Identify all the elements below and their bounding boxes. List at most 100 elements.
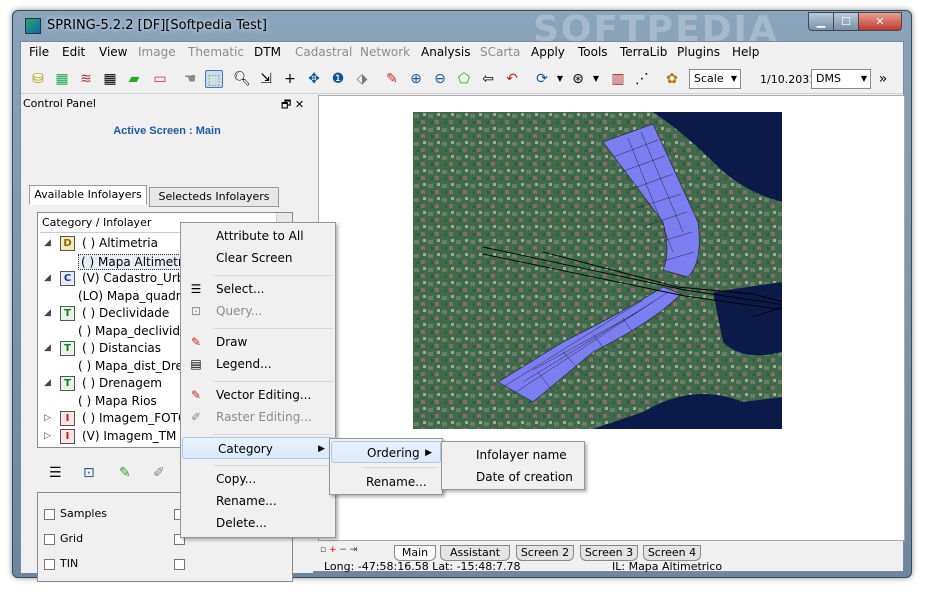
menu-edit[interactable]: Edit	[62, 45, 85, 59]
menu-terralib[interactable]: TerraLib	[620, 45, 667, 59]
screen-icon[interactable]: ▭	[151, 70, 169, 88]
query-icon[interactable]: ⊡	[83, 465, 95, 481]
menu-item-select[interactable]: ☰ Select...	[181, 278, 335, 300]
checkbox-box[interactable]	[44, 508, 55, 520]
tab-selecteds-infolayers[interactable]: Selecteds Infolayers	[149, 187, 279, 207]
rotate-icon[interactable]: ⟳	[533, 70, 551, 88]
pointer-down-icon[interactable]: ⇲	[257, 70, 275, 88]
menu-item-delete[interactable]: Delete...	[181, 512, 335, 534]
menu-item-rename[interactable]: Rename...	[181, 490, 335, 512]
back-icon[interactable]: ⇦	[479, 70, 497, 88]
layers-icon[interactable]: ≋	[77, 70, 95, 88]
minimize-button[interactable]: ▁	[808, 12, 834, 31]
menu-item-vector-editing[interactable]: ✎ Vector Editing...	[181, 384, 335, 406]
screen-tab-main[interactable]: Main	[394, 545, 436, 561]
extra-checkbox[interactable]	[174, 557, 190, 570]
menu-item-query[interactable]: ⊡ Query...	[181, 300, 335, 322]
expand-toggle-icon[interactable]: ◢	[44, 343, 51, 353]
category-node[interactable]: (V) Imagem_TM	[82, 429, 176, 443]
menu-item-copy[interactable]: Copy...	[181, 468, 335, 490]
menu-cadastral[interactable]: Cadastral	[295, 45, 352, 59]
expand-toggle-icon[interactable]: ◢	[44, 273, 51, 283]
scale-mode-select[interactable]: Scale ▼	[689, 69, 741, 89]
hand-icon[interactable]: ☚	[181, 70, 199, 88]
tab-available-infolayers[interactable]: Available Infolayers	[29, 185, 147, 205]
menu-view[interactable]: View	[99, 45, 127, 59]
info-icon[interactable]: ❶	[329, 70, 347, 88]
menu-dtm[interactable]: DTM	[254, 45, 281, 59]
expand-toggle-icon[interactable]: ◢	[44, 308, 51, 318]
category-node[interactable]: ( ) Drenagem	[82, 376, 162, 390]
expand-toggle-icon[interactable]: ▷	[44, 413, 51, 423]
zoom-area-icon[interactable]: ⬠	[455, 70, 473, 88]
screen-tab-screen-3[interactable]: Screen 3	[580, 545, 638, 561]
menu-item-attribute-to-all[interactable]: Attribute to All	[181, 225, 335, 247]
screen-tab-screen-4[interactable]: Screen 4	[643, 545, 701, 561]
pencil-icon[interactable]: ✎	[383, 70, 401, 88]
expand-toggle-icon[interactable]: ▷	[44, 431, 51, 441]
undo-icon[interactable]: ↶	[503, 70, 521, 88]
crosshair-icon[interactable]: +	[281, 70, 299, 88]
project-icon[interactable]: ▦	[53, 70, 71, 88]
screen-tab-assistant[interactable]: Assistant	[440, 545, 510, 561]
menu-scarta[interactable]: SCarta	[480, 45, 520, 59]
satellite-map[interactable]	[413, 112, 782, 429]
expand-toggle-icon[interactable]: ◢	[44, 238, 51, 248]
checkbox-box[interactable]	[174, 558, 185, 570]
category-node[interactable]: ( ) Imagem_FOTO	[82, 411, 187, 425]
grid-checkbox[interactable]: Grid	[44, 532, 83, 545]
screen-tab-screen-2[interactable]: Screen 2	[516, 545, 574, 561]
pan-icon[interactable]: ✥	[305, 70, 323, 88]
histogram-icon[interactable]: ▥	[609, 70, 627, 88]
menu-item-legend[interactable]: ▤ Legend...	[181, 353, 335, 375]
zoom-icon[interactable]: 🔍︎	[233, 70, 251, 88]
menu-analysis[interactable]: Analysis	[421, 45, 470, 59]
expand-toggle-icon[interactable]: ◢	[44, 378, 51, 388]
maximize-button[interactable]: ☐	[833, 12, 859, 31]
vector-edit-icon[interactable]: ✎	[119, 465, 131, 481]
category-node[interactable]: ( ) Declividade	[82, 306, 169, 320]
panel-float-close-buttons[interactable]: 🗗 ✕	[281, 96, 304, 115]
palette-icon[interactable]: ✿	[663, 70, 681, 88]
checkbox-box[interactable]	[44, 558, 55, 570]
zoom-out-icon[interactable]: ⊖	[431, 70, 449, 88]
zoom-in-icon[interactable]: ⊕	[407, 70, 425, 88]
menu-item-clear-screen[interactable]: Clear Screen	[181, 247, 335, 269]
measure-icon[interactable]: ⊛	[569, 70, 587, 88]
polygon-icon[interactable]: ▰	[125, 70, 143, 88]
list-icon[interactable]: ☰	[49, 465, 62, 481]
menu-item-category[interactable]: Category ▶	[182, 437, 334, 459]
coord-format-select[interactable]: DMS ▼	[811, 69, 871, 89]
chevron-down-icon[interactable]: ▼	[587, 70, 605, 88]
chevron-down-icon[interactable]: ▼	[551, 70, 569, 88]
toolbar-overflow-button[interactable]: »	[874, 70, 892, 88]
category-node[interactable]: ( ) Altimetria	[82, 236, 158, 250]
menu-help[interactable]: Help	[732, 45, 759, 59]
menu-item-date-of-creation[interactable]: Date of creation	[442, 466, 584, 488]
cursor-info-icon[interactable]: ⬚	[205, 70, 223, 88]
menu-plugins[interactable]: Plugins	[677, 45, 720, 59]
close-button[interactable]: ✕	[858, 12, 902, 31]
category-node[interactable]: ( ) Distancias	[82, 341, 161, 355]
menu-file[interactable]: File	[29, 45, 49, 59]
menu-tools[interactable]: Tools	[578, 45, 608, 59]
database-icon[interactable]: ⛁	[29, 70, 47, 88]
menu-item-raster-editing[interactable]: ✐ Raster Editing...	[181, 406, 335, 428]
grid-icon[interactable]: ▦	[101, 70, 119, 88]
infolayer-node[interactable]: ( ) Mapa Rios	[78, 394, 157, 408]
menu-network[interactable]: Network	[360, 45, 410, 59]
menu-item-draw[interactable]: ✎ Draw	[181, 331, 335, 353]
menu-apply[interactable]: Apply	[531, 45, 565, 59]
tab-nav-controls[interactable]: ▫ + − ⇥	[320, 545, 357, 555]
tag-icon[interactable]: ⬗	[353, 70, 371, 88]
tin-checkbox[interactable]: TIN	[44, 557, 78, 570]
select-points-icon[interactable]: ⋰	[633, 70, 651, 88]
menu-item-infolayer-name[interactable]: Infolayer name	[442, 444, 584, 466]
checkbox-box[interactable]	[44, 533, 55, 545]
raster-edit-icon[interactable]: ✐	[153, 465, 165, 481]
menu-item-rename[interactable]: Rename...	[331, 471, 441, 493]
menu-image[interactable]: Image	[138, 45, 176, 59]
infolayer-node[interactable]: (LO) Mapa_quadras	[78, 289, 194, 303]
menu-thematic[interactable]: Thematic	[188, 45, 244, 59]
menu-item-ordering[interactable]: Ordering ▶	[331, 441, 441, 463]
